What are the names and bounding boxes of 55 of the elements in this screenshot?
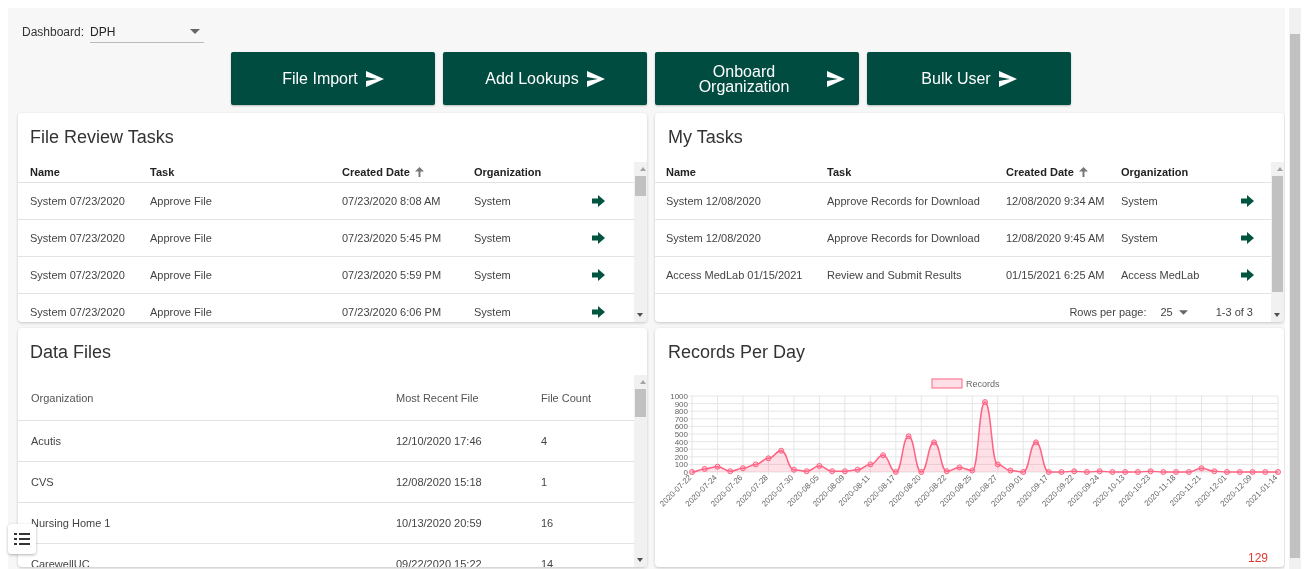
axis-label: 1000 [670, 392, 688, 401]
table-cell-text: System 12/08/2020 [666, 232, 762, 244]
table-cell-text: 01/15/2021 6:25 AM [1006, 269, 1106, 281]
total-count: 129 [1247, 551, 1268, 565]
axis-label: 800 [674, 407, 688, 417]
table-cell-text: Acutis [31, 435, 62, 447]
axis-label: 100 [674, 460, 688, 470]
axis-label: 400 [674, 437, 688, 447]
table-cell-text: 16 [541, 517, 555, 529]
table-cell-text: Approve Records for Download [827, 195, 981, 207]
table-cell-text: System [474, 195, 512, 207]
table-cell-text: System [474, 269, 512, 281]
table-cell-text: Review and Submit Results [827, 269, 963, 281]
table-cell-text: System 07/23/2020 [30, 306, 126, 318]
card-title: File Review Tasks [29, 126, 175, 148]
table-cell-text: 4 [541, 435, 549, 447]
table-cell-text: 10/13/2020 20:59 [396, 517, 483, 529]
table-cell-text: CVS [31, 476, 55, 488]
rows-per-page-label: Rows per page: [1069, 306, 1147, 318]
table-cell-text: 07/23/2020 5:59 PM [342, 269, 443, 281]
axis-label: 200 [674, 452, 688, 462]
card-title: Data Files [29, 341, 113, 363]
table-cell-text: System [474, 306, 512, 318]
table-cell-text: Approve File [150, 269, 213, 281]
table-cell-text: System [1121, 195, 1159, 207]
axis-label: 700 [674, 414, 688, 424]
axis-label: 300 [674, 445, 688, 455]
table-cell-text: System 07/23/2020 [30, 195, 126, 207]
table-cell-text: System [1121, 232, 1159, 244]
table-cell-text: Access MedLab 01/15/2021 [666, 269, 804, 281]
table-cell-text: Approve File [150, 195, 213, 207]
table-cell-text: 07/23/2020 6:06 PM [342, 306, 443, 318]
table-cell-text: System 07/23/2020 [30, 269, 126, 281]
table-cell-text: Approve File [150, 306, 213, 318]
axis-label: 900 [674, 399, 688, 409]
dashboard-label: Dashboard: [22, 25, 85, 39]
table-cell-text: 1 [541, 476, 549, 488]
table-cell-text: 07/23/2020 5:45 PM [342, 232, 443, 244]
table-cell-text: Approve Records for Download [827, 232, 981, 244]
axis-label: 500 [674, 430, 688, 439]
table-cell-text: Access MedLab [1121, 269, 1201, 281]
card-title: Records Per Day [667, 341, 807, 363]
axis-label: 600 [674, 422, 688, 432]
table-cell-text: Approve File [150, 232, 213, 244]
table-cell-text: Nursing Home 1 [31, 517, 112, 529]
table-cell-text: System [474, 232, 512, 244]
table-cell-text: 12/08/2020 15:18 [396, 476, 483, 488]
page-range: 1-3 of 3 [1215, 306, 1253, 318]
card-title: My Tasks [667, 126, 744, 148]
table-cell-text: 12/08/2020 9:45 AM [1006, 232, 1106, 244]
table-cell-text: 07/23/2020 8:08 AM [342, 195, 442, 207]
table-cell-text: System 12/08/2020 [666, 195, 762, 207]
table-cell-text: 12/10/2020 17:46 [396, 435, 483, 447]
table-cell-text: 12/08/2020 9:34 AM [1006, 195, 1106, 207]
table-cell-text: System 07/23/2020 [30, 232, 126, 244]
